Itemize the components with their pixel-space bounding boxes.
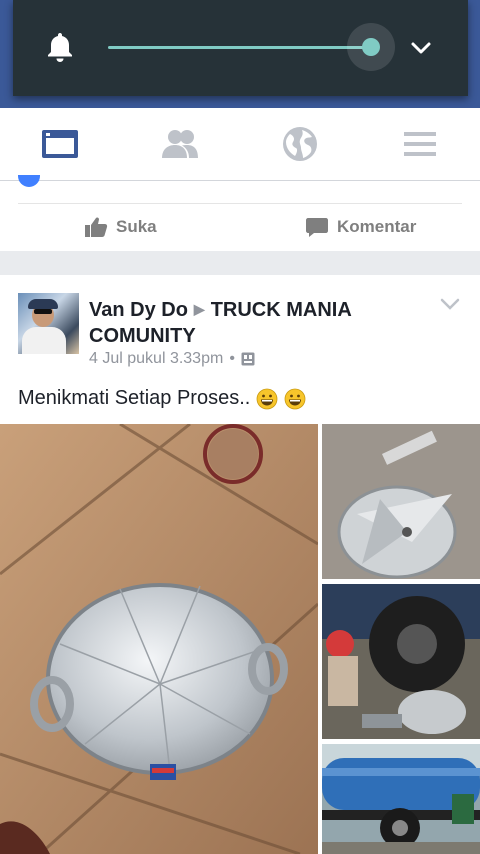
- avatar[interactable]: [18, 293, 79, 354]
- friends-icon[interactable]: [160, 124, 200, 164]
- aluminium-cone-photo[interactable]: [0, 424, 318, 854]
- menu-icon[interactable]: [400, 124, 440, 164]
- cone-assembly-photo[interactable]: [322, 424, 480, 579]
- post-caption: Menikmati Setiap Proses..: [18, 387, 306, 410]
- group-privacy-icon: [241, 352, 255, 366]
- meta-separator: •: [229, 350, 235, 367]
- reaction-icon: [18, 175, 40, 187]
- globe-icon[interactable]: [280, 124, 320, 164]
- comment-button[interactable]: Komentar: [305, 215, 416, 239]
- post-card: Van Dy Do ▶ TRUCK MANIA COMUNITY 4 Jul puk…: [0, 275, 480, 854]
- timestamp[interactable]: 4 Jul pukul 3.33pm: [89, 350, 223, 368]
- news-feed-icon[interactable]: [40, 124, 80, 164]
- author-name[interactable]: Van Dy Do: [89, 299, 188, 321]
- divider: [18, 203, 462, 204]
- post-meta: 4 Jul pukul 3.33pm •: [89, 350, 255, 368]
- volume-slider-track[interactable]: [108, 46, 371, 49]
- thumbs-up-icon: [85, 217, 108, 237]
- volume-panel: [13, 0, 468, 96]
- previous-post-footer: Suka Komentar: [0, 175, 480, 251]
- caption-text: Menikmati Setiap Proses..: [18, 387, 251, 409]
- tanker-truck-photo[interactable]: [322, 744, 480, 854]
- bell-icon[interactable]: [46, 31, 74, 63]
- comment-label: Komentar: [337, 217, 417, 236]
- chevron-down-icon[interactable]: [409, 36, 433, 60]
- mechanic-working-photo[interactable]: [322, 584, 480, 739]
- chevron-down-icon[interactable]: [440, 297, 460, 311]
- grinning-face-emoji: [284, 388, 306, 409]
- tab-bar: [0, 108, 480, 181]
- post-header: Van Dy Do ▶ TRUCK MANIA COMUNITY: [89, 296, 419, 349]
- grinning-face-emoji: [256, 388, 278, 409]
- like-label: Suka: [116, 217, 157, 236]
- arrow-right-icon: ▶: [193, 301, 205, 317]
- comment-icon: [306, 218, 328, 237]
- like-button[interactable]: Suka: [84, 215, 157, 239]
- volume-slider-thumb[interactable]: [362, 38, 380, 56]
